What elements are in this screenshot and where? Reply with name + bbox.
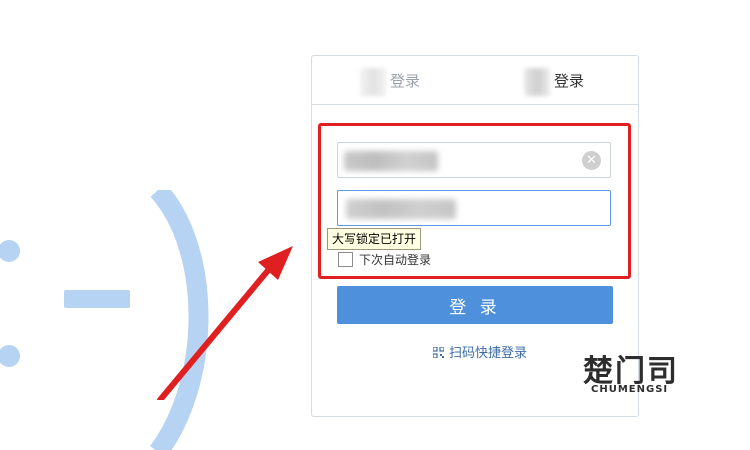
watermark-sub: CHUMENGSI [591,384,669,395]
emoticon-paren [149,190,209,450]
qr-code-icon [433,347,444,358]
tab-login-right[interactable]: 登录 [524,56,634,104]
watermark-logo: 楚门司 CHUMENGSI [583,346,743,400]
annotation-highlight-box [318,123,631,279]
blurred-label [360,67,386,96]
qr-login-link[interactable]: 扫码快捷登录 [433,342,527,361]
tab-bar: 登录 登录 [312,56,638,105]
emoticon-dot-top [0,240,20,262]
blurred-label [524,67,550,96]
emoticon-dot-bottom [0,345,20,367]
tab-login-right-label: 登录 [554,72,585,90]
tab-login-left-label: 登录 [390,72,421,90]
tab-login-left[interactable]: 登录 [360,56,470,104]
qr-login-label: 扫码快捷登录 [449,346,528,361]
login-button[interactable]: 登 录 [337,286,613,324]
